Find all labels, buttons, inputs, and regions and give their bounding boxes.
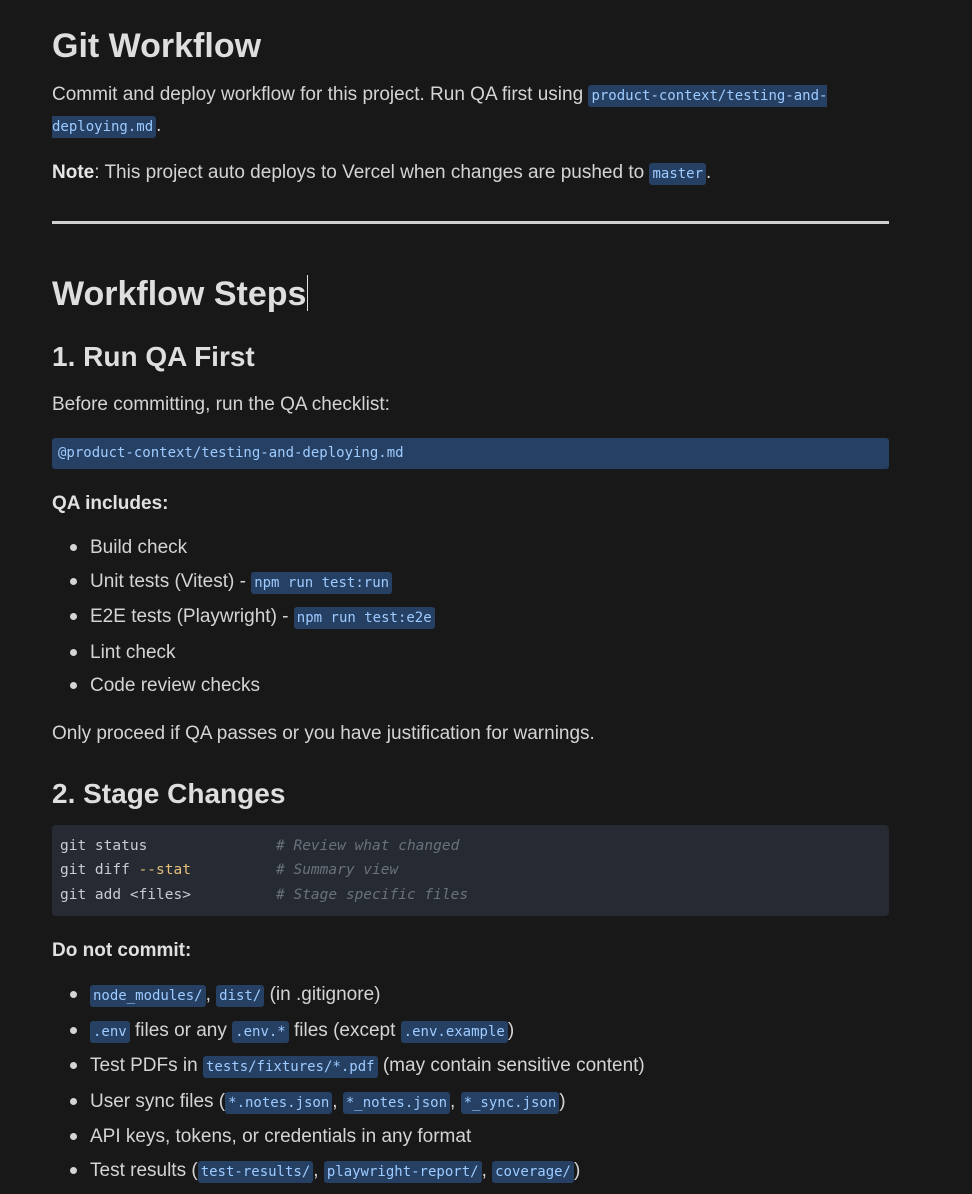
- list-item: Build check: [52, 531, 889, 565]
- inline-code-path: .env.example: [400, 1020, 508, 1043]
- step1-heading: 1. Run QA First: [52, 341, 255, 372]
- list-item-text: User sync files (: [90, 1090, 226, 1112]
- list-item-text: Test results (: [90, 1159, 198, 1181]
- workflow-heading-text: Workflow Steps: [52, 275, 307, 313]
- list-item: User sync files (*.notes.json, *_notes.j…: [52, 1085, 889, 1121]
- list-item-separator: -: [234, 570, 252, 592]
- list-item-text: Test PDFs in: [90, 1055, 203, 1076]
- workflow-heading[interactable]: Workflow Steps: [52, 272, 889, 316]
- bullet-icon: [70, 613, 77, 620]
- qa-includes-label: QA includes:: [52, 493, 169, 514]
- inline-code-path: .env.*: [232, 1020, 289, 1043]
- inline-code-command: npm run test:e2e: [293, 607, 435, 629]
- inline-code-path: *_sync.json: [460, 1091, 560, 1114]
- inline-code-path: coverage/: [492, 1160, 574, 1183]
- inline-code-path: tests/fixtures/*.pdf: [202, 1056, 378, 1078]
- qa-checklist-path: @product-context/testing-and-deploying.m…: [52, 438, 889, 469]
- bullet-icon: [70, 648, 77, 656]
- code-command: git add <files>: [60, 886, 191, 903]
- list-item-text: E2E tests (Playwright): [90, 606, 277, 627]
- bullet-icon: [70, 1166, 77, 1174]
- inline-code-path: dist/: [216, 985, 265, 1007]
- step2-heading: 2. Stage Changes: [52, 777, 286, 809]
- list-item: .env files or any .env.* files (except .…: [52, 1014, 889, 1050]
- note-text: : This project auto deploys to Vercel wh…: [94, 162, 650, 183]
- list-item-text: Build check: [90, 537, 188, 558]
- inline-code-path: *.notes.json: [225, 1091, 333, 1114]
- qa-includes-list: Build check Unit tests (Vitest) - npm ru…: [52, 531, 889, 703]
- list-item: Code review checks: [52, 669, 889, 703]
- step1-intro: Before committing, run the QA checklist:: [52, 394, 390, 415]
- list-item-text: API keys, tokens, or credentials in any …: [90, 1126, 472, 1147]
- intro-text-end: .: [156, 115, 162, 136]
- markdown-document: Git Workflow Commit and deploy workflow …: [52, 0, 889, 1189]
- do-not-commit-label: Do not commit:: [52, 940, 192, 961]
- list-item: Lint check: [52, 636, 889, 670]
- code-flag: --stat: [138, 862, 191, 878]
- list-item: node_modules/, dist/ (in .gitignore): [52, 978, 889, 1014]
- git-commands-code-block: git status # Review what changed git diff …: [52, 824, 889, 916]
- code-line: git status # Review what changed: [60, 834, 881, 859]
- bullet-icon: [70, 1133, 77, 1140]
- code-line: git add <files> # Stage specific files: [60, 883, 881, 908]
- inline-code-master: master: [649, 163, 707, 185]
- list-item-text: files (except: [288, 1019, 401, 1041]
- horizontal-rule: [52, 221, 889, 224]
- code-command: git status: [60, 837, 148, 854]
- inline-code-command: npm run test:run: [251, 571, 393, 594]
- bullet-icon: [70, 544, 77, 551]
- list-item: API keys, tokens, or credentials in any …: [52, 1120, 889, 1154]
- list-item-text: ): [559, 1090, 566, 1112]
- do-not-commit-list: node_modules/, dist/ (in .gitignore) .en…: [52, 978, 889, 1189]
- bullet-icon: [70, 1026, 77, 1034]
- list-item-separator: -: [276, 606, 294, 627]
- list-item-text: Unit tests (Vitest): [90, 570, 235, 592]
- separator-text: ,: [332, 1090, 343, 1112]
- inline-code-path: *_notes.json: [342, 1091, 451, 1114]
- page-title: Git Workflow: [52, 27, 262, 65]
- code-comment: # Stage specific files: [276, 886, 469, 903]
- list-item-text: Lint check: [90, 641, 176, 663]
- text-cursor: [307, 275, 309, 311]
- inline-code-path: node_modules/: [90, 985, 206, 1007]
- list-item: E2E tests (Playwright) - npm run test:e2…: [52, 600, 889, 636]
- bullet-icon: [70, 1097, 77, 1105]
- list-item: Test PDFs in tests/fixtures/*.pdf (may c…: [52, 1049, 889, 1085]
- bullet-icon: [70, 1062, 77, 1069]
- list-item-text: Code review checks: [90, 675, 261, 696]
- list-item-text: files or any: [129, 1019, 233, 1041]
- code-command: git diff --stat: [60, 862, 191, 878]
- intro-paragraph: Commit and deploy workflow for this proj…: [52, 80, 889, 142]
- list-item-text: ): [573, 1159, 581, 1181]
- note-text-end: .: [706, 162, 712, 183]
- separator-text: ,: [313, 1159, 324, 1181]
- bullet-icon: [70, 682, 77, 689]
- separator-text: ,: [481, 1159, 493, 1181]
- inline-code-path: test-results/: [197, 1160, 314, 1183]
- code-comment: # Review what changed: [276, 837, 460, 854]
- inline-code-path: .env: [90, 1020, 130, 1043]
- intro-text: Commit and deploy workflow for this proj…: [52, 84, 589, 105]
- note-label: Note: [52, 162, 95, 183]
- bullet-icon: [70, 991, 77, 998]
- list-item: Test results (test-results/, playwright-…: [52, 1154, 889, 1190]
- separator-text: ,: [205, 984, 217, 1005]
- list-item: Unit tests (Vitest) - npm run test:run: [52, 565, 889, 601]
- separator-text: ,: [450, 1090, 461, 1112]
- code-line: git diff --stat # Summary view: [60, 858, 881, 883]
- inline-code-path: playwright-report/: [323, 1160, 482, 1183]
- list-item-text: (in .gitignore): [264, 984, 381, 1005]
- list-item-text: (may contain sensitive content): [377, 1055, 645, 1076]
- note-paragraph: Note: This project auto deploys to Verce…: [52, 158, 889, 189]
- code-comment: # Summary view: [276, 862, 399, 878]
- list-item-text: ): [507, 1019, 515, 1041]
- bullet-icon: [70, 577, 77, 585]
- qa-proceed-note: Only proceed if QA passes or you have ju…: [52, 722, 595, 744]
